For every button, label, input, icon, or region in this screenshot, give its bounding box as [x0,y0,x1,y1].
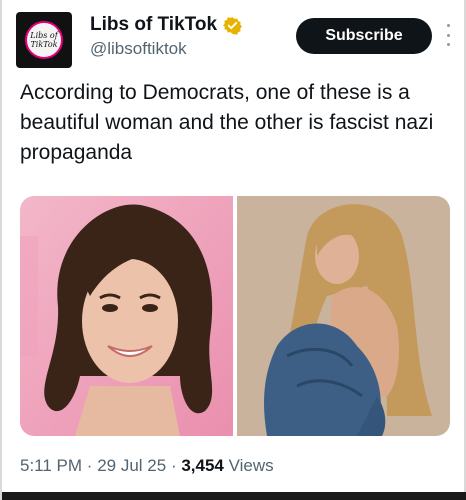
tweet-text: According to Democrats, one of these is … [20,81,434,164]
avatar-text-line2: TikTok [30,40,58,49]
photo-left-image [20,196,233,436]
display-name-row[interactable]: Libs of TikTok [90,14,242,36]
separator: · [86,456,93,475]
avatar-text-line1: Libs of [30,31,58,40]
subscribe-button[interactable]: Subscribe [296,18,432,54]
bottom-strip [2,492,466,500]
views-label: Views [228,456,274,475]
avatar[interactable]: Libs of TikTok [16,12,72,68]
tweet-timestamp[interactable]: 5:11 PM · 29 Jul 25 · 3,454 Views [20,456,274,476]
author-info: Libs of TikTok @libsoftiktok [90,14,242,59]
tweet-card: Libs of TikTok Libs of TikTok @libsoftik… [0,0,466,500]
photo-right-image [237,196,450,436]
post-date[interactable]: 29 Jul 25 [97,456,166,475]
verified-badge-icon [223,16,242,35]
photo-right[interactable] [237,196,450,436]
separator: · [170,456,177,475]
avatar-logo: Libs of TikTok [25,21,63,59]
handle[interactable]: @libsoftiktok [90,39,242,59]
photo-left[interactable] [20,196,233,436]
tweet-header: Libs of TikTok Libs of TikTok @libsoftik… [16,12,456,68]
more-vertical-icon[interactable] [444,24,452,46]
post-time[interactable]: 5:11 PM [20,456,82,475]
display-name[interactable]: Libs of TikTok [90,14,217,36]
views-count: 3,454 [181,456,224,475]
media-grid [20,196,450,436]
